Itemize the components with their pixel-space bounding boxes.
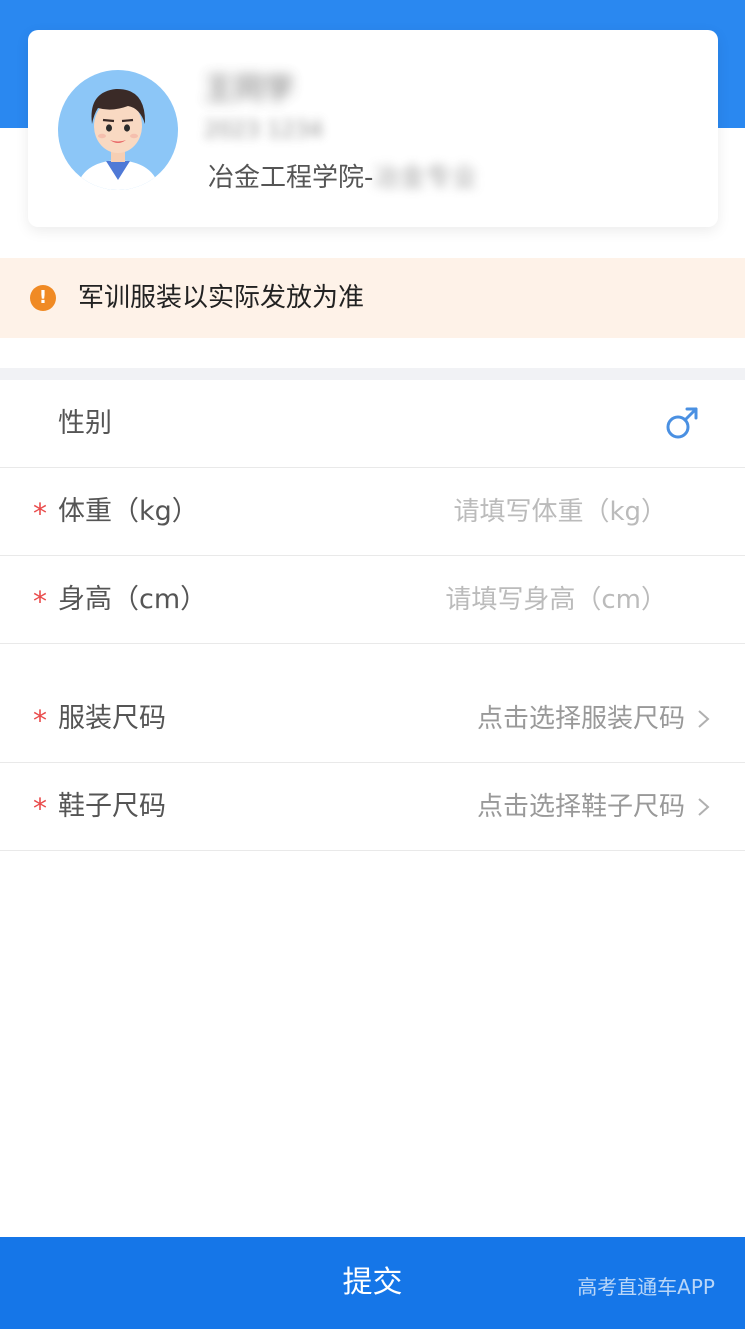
weight-label: 体重（kg） <box>58 496 199 527</box>
required-mark: * <box>33 704 47 737</box>
height-input[interactable] <box>347 556 667 644</box>
department-detail: 冶金专业 <box>373 163 478 193</box>
required-mark: * <box>33 497 47 530</box>
notice-text: 军训服装以实际发放为准 <box>78 283 365 313</box>
shoe-size-row[interactable]: * 鞋子尺码 点击选择鞋子尺码 <box>0 763 745 851</box>
watermark: 高考直通车APP <box>577 1275 715 1299</box>
chevron-right-icon <box>698 710 710 728</box>
student-name: 王同学 <box>204 72 294 107</box>
gender-label: 性别 <box>58 408 112 439</box>
clothing-size-select[interactable]: 点击选择服装尺码 <box>477 675 685 763</box>
weight-input[interactable] <box>347 468 667 556</box>
shoe-size-select[interactable]: 点击选择鞋子尺码 <box>477 763 685 851</box>
student-id: 2023 1234 <box>204 118 323 143</box>
chevron-right-icon <box>698 798 710 816</box>
male-icon <box>666 407 698 439</box>
required-mark: * <box>33 792 47 825</box>
height-label: 身高（cm） <box>58 584 208 615</box>
profile-card: 王同学 2023 1234 冶金工程学院-冶金专业 <box>28 30 718 227</box>
avatar <box>58 70 178 190</box>
notice-banner: ! 军训服装以实际发放为准 <box>0 258 745 338</box>
department: 冶金工程学院-冶金专业 <box>208 158 477 198</box>
clothing-size-label: 服装尺码 <box>58 703 166 734</box>
section-divider <box>0 368 745 380</box>
exclamation-circle-icon: ! <box>30 285 56 311</box>
clothing-size-row[interactable]: * 服装尺码 点击选择服装尺码 <box>0 675 745 763</box>
required-mark: * <box>33 585 47 618</box>
gender-row: 性别 <box>0 380 745 468</box>
height-row: * 身高（cm） <box>0 556 745 644</box>
department-name: 冶金工程学院- <box>208 163 374 193</box>
shoe-size-label: 鞋子尺码 <box>58 791 166 822</box>
weight-row: * 体重（kg） <box>0 468 745 556</box>
